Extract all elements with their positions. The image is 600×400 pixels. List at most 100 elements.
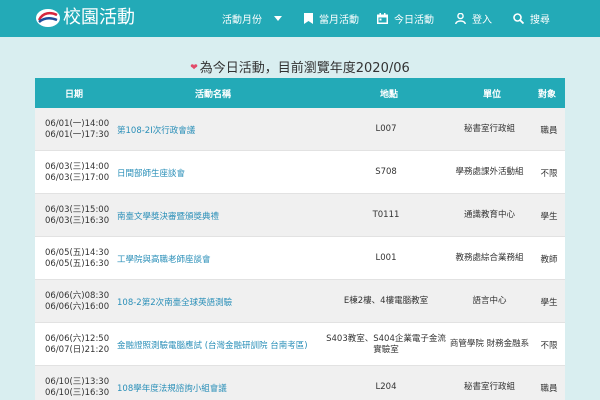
activity-name-link-wrap: 日間部師生座談會	[117, 151, 327, 194]
audience-cell-wrap: 職員	[533, 108, 565, 151]
page-heading-text: 為今日活動，目前瀏覽年度2020/06	[199, 61, 410, 76]
end-time: 06/06(六)16:00	[45, 301, 110, 312]
nav-today[interactable]: 今日活動	[377, 0, 434, 37]
activity-name-link-wrap: 金融證照測驗電腦應試 (台灣金融研訓院 台南考區)	[117, 323, 327, 366]
nav-login-label: 登入	[472, 15, 492, 26]
table-row[interactable]: 06/10(三)13:30 06/10(三)16:30 108學年度法規諮詢小組會議…	[35, 366, 565, 400]
date-cell: 06/01(一)14:00 06/01(一)17:30	[45, 108, 123, 151]
audience-cell: 不限	[540, 168, 558, 179]
audience-cell: 學生	[540, 211, 558, 222]
unit-cell: 語言中心	[472, 296, 507, 306]
activity-name-link[interactable]: 第108-2I次行政會議	[117, 124, 195, 136]
start-time: 06/03(三)15:00	[45, 204, 110, 215]
start-time: 06/06(六)12:50	[45, 333, 110, 344]
unit-cell: 秘書室行政組	[463, 382, 515, 392]
site-title[interactable]: 校園活動	[63, 6, 135, 30]
table-row[interactable]: 06/06(六)08:30 06/06(六)16:00 108-2第2次南臺全球英語…	[35, 280, 565, 323]
col-unit: 單位	[483, 90, 502, 100]
table-row[interactable]: 06/06(六)12:50 06/07(日)21:20 金融證照測驗電腦應試 (台灣…	[35, 323, 565, 366]
chevron-down-icon	[274, 16, 282, 21]
activity-table: 日期 活動名稱 地點 單位 對象 06/01(一)14:00 06/01(一)17…	[35, 78, 565, 400]
table-row[interactable]: 06/01(一)14:00 06/01(一)17:30 第108-2I次行政會議 L0…	[35, 108, 565, 151]
activity-name-link-wrap: 第108-2I次行政會議	[117, 108, 327, 151]
page-heading: ❤ 為今日活動，目前瀏覽年度2020/06	[0, 57, 600, 76]
unit-cell: 商管學院 財務金融系	[449, 339, 530, 349]
audience-cell: 教師	[540, 254, 558, 265]
audience-cell: 職員	[540, 383, 558, 394]
nav-login[interactable]: 登入	[455, 0, 492, 37]
date-cell: 06/05(五)14:30 06/05(五)16:30	[45, 237, 123, 280]
date-cell: 06/06(六)08:30 06/06(六)16:00	[45, 280, 123, 323]
date-cell: 06/06(六)12:50 06/07(日)21:20	[45, 323, 123, 366]
activity-name-link[interactable]: 日間部師生座談會	[117, 167, 185, 179]
unit-cell-wrap: 商管學院 財務金融系	[447, 323, 532, 366]
unit-cell-wrap: 教務處綜合業務組	[447, 237, 532, 280]
end-time: 06/05(五)16:30	[45, 258, 110, 269]
location-cell-wrap: L001	[325, 237, 447, 280]
location-cell-wrap: T0111	[325, 194, 447, 237]
date-cell: 06/03(三)14:00 06/03(三)17:00	[45, 151, 123, 194]
activity-name-link[interactable]: 108-2第2次南臺全球英語測驗	[117, 296, 232, 308]
unit-cell-wrap: 通識教育中心	[447, 194, 532, 237]
audience-cell-wrap: 職員	[533, 366, 565, 400]
activity-name-link[interactable]: 108學年度法規諮詢小組會議	[117, 382, 227, 394]
audience-cell: 學生	[540, 297, 558, 308]
table-row[interactable]: 06/05(五)14:30 06/05(五)16:30 工學院與高職老師座談會 L00…	[35, 237, 565, 280]
table-body: 06/01(一)14:00 06/01(一)17:30 第108-2I次行政會議 L0…	[35, 108, 565, 400]
location-cell-wrap: S403教室、S404企業電子金流實驗室	[325, 323, 447, 366]
unit-cell-wrap: 秘書室行政組	[447, 108, 532, 151]
start-time: 06/06(六)08:30	[45, 290, 110, 301]
logo-icon[interactable]	[35, 8, 61, 28]
end-time: 06/03(三)16:30	[45, 215, 110, 226]
location-cell: T0111	[372, 210, 400, 220]
audience-cell: 職員	[540, 125, 558, 136]
location-cell-wrap: L204	[325, 366, 447, 400]
activity-name-link-wrap: 108學年度法規諮詢小組會議	[117, 366, 327, 400]
activity-name-link[interactable]: 金融證照測驗電腦應試 (台灣金融研訓院 台南考區)	[117, 339, 308, 351]
activity-name-link[interactable]: 南臺文學獎決審暨頒獎典禮	[117, 210, 219, 222]
col-name: 活動名稱	[195, 90, 232, 100]
calendar-icon	[377, 13, 388, 24]
location-cell: L007	[375, 124, 397, 134]
audience-cell-wrap: 學生	[533, 194, 565, 237]
col-location: 地點	[380, 90, 399, 100]
col-date: 日期	[65, 90, 84, 100]
audience-cell: 不限	[540, 340, 558, 351]
start-time: 06/05(五)14:30	[45, 247, 110, 258]
end-time: 06/10(三)16:30	[45, 387, 110, 398]
end-time: 06/03(三)17:00	[45, 172, 110, 183]
user-icon	[455, 13, 466, 24]
location-cell-wrap: E棟2樓、4樓電腦教室	[325, 280, 447, 323]
audience-cell-wrap: 教師	[533, 237, 565, 280]
audience-cell-wrap: 不限	[533, 151, 565, 194]
unit-cell: 秘書室行政組	[463, 124, 515, 134]
location-cell-wrap: L007	[325, 108, 447, 151]
unit-cell: 教務處綜合業務組	[455, 253, 524, 263]
search-icon	[513, 13, 524, 24]
bookmark-icon	[304, 13, 313, 24]
activity-name-link[interactable]: 工學院與高職老師座談會	[117, 253, 211, 265]
unit-cell: 通識教育中心	[463, 210, 515, 220]
table-row[interactable]: 06/03(三)15:00 06/03(三)16:30 南臺文學獎決審暨頒獎典禮 T0…	[35, 194, 565, 237]
nav-month-label: 活動月份	[222, 15, 262, 26]
table-row[interactable]: 06/03(三)14:00 06/03(三)17:00 日間部師生座談會 S708 學務…	[35, 151, 565, 194]
nav-search[interactable]: 搜尋	[513, 0, 550, 37]
start-time: 06/10(三)13:30	[45, 376, 110, 387]
unit-cell-wrap: 學務處課外活動組	[447, 151, 532, 194]
nav-current-month[interactable]: 當月活動	[304, 0, 359, 37]
activity-name-link-wrap: 工學院與高職老師座談會	[117, 237, 327, 280]
nav-search-label: 搜尋	[530, 15, 550, 26]
unit-cell-wrap: 秘書室行政組	[447, 366, 532, 400]
location-cell: S403教室、S404企業電子金流實驗室	[326, 333, 446, 355]
location-cell: S708	[375, 167, 397, 177]
location-cell: L001	[375, 253, 397, 263]
date-cell: 06/10(三)13:30 06/10(三)16:30	[45, 366, 123, 400]
nav-month-dropdown[interactable]: 活動月份	[222, 0, 282, 37]
top-navbar: 校園活動 活動月份 當月活動 今日活動 登入 搜尋	[0, 0, 600, 37]
location-cell: E棟2樓、4樓電腦教室	[343, 296, 429, 306]
location-cell-wrap: S708	[325, 151, 447, 194]
nav-current-label: 當月活動	[319, 15, 359, 26]
start-time: 06/03(三)14:00	[45, 161, 110, 172]
unit-cell-wrap: 語言中心	[447, 280, 532, 323]
start-time: 06/01(一)14:00	[45, 118, 110, 129]
